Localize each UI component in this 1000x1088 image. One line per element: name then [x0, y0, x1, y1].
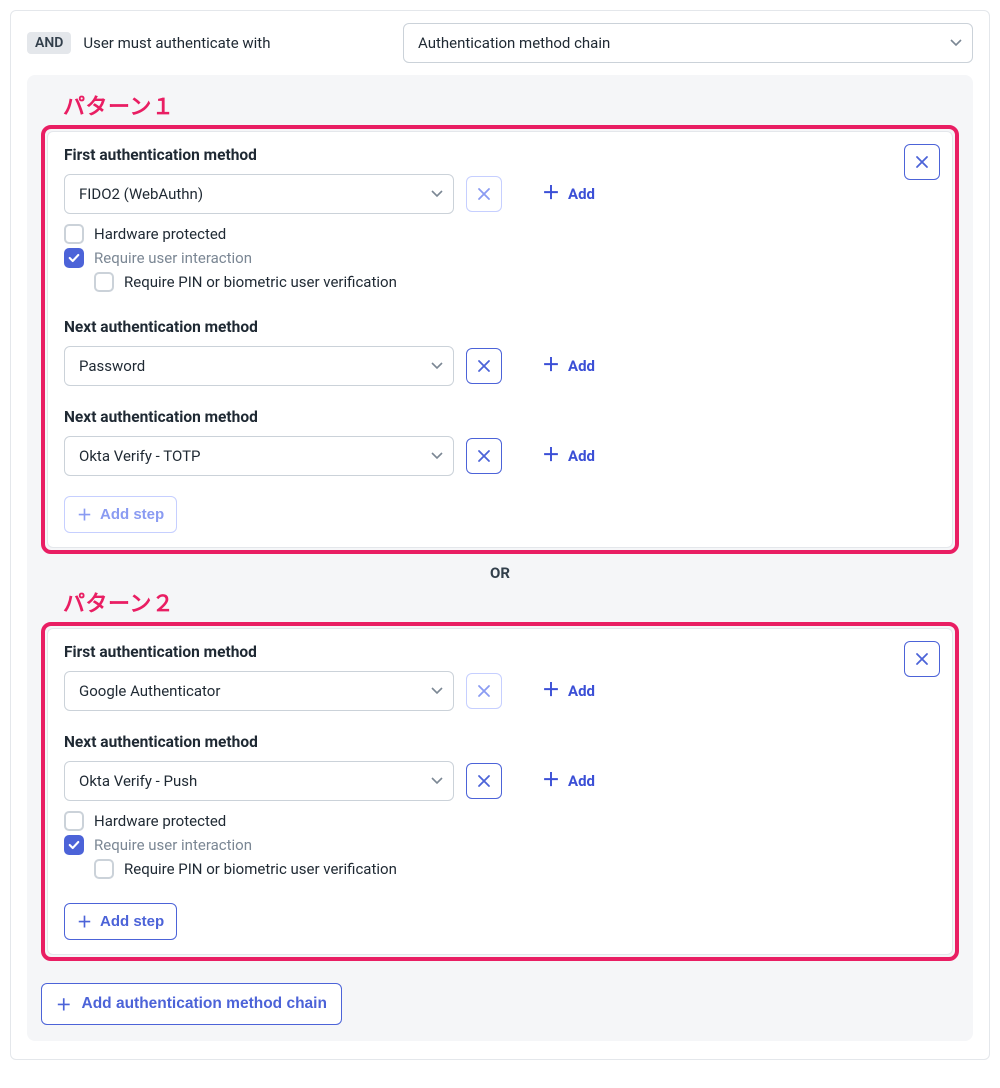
checkbox[interactable] — [94, 272, 114, 292]
or-separator: OR — [41, 564, 959, 582]
option-label: Require user interaction — [94, 836, 252, 854]
chevron-down-icon — [431, 360, 443, 372]
chevron-down-icon — [950, 37, 962, 49]
option-row: Require user interaction — [64, 248, 936, 268]
add-method-label: Add — [568, 772, 595, 790]
method-options: Hardware protected Require user interacti… — [64, 224, 936, 292]
chevron-down-icon — [431, 450, 443, 462]
method-select[interactable]: FIDO2 (WebAuthn) — [64, 174, 454, 214]
method-select-value: FIDO2 (WebAuthn) — [79, 185, 203, 203]
plus-icon: ＋ — [77, 504, 92, 525]
method-step-label: First authentication method — [64, 146, 936, 164]
remove-chain-button[interactable] — [904, 641, 940, 677]
option-label: Require PIN or biometric user verificati… — [124, 273, 397, 291]
remove-method-button[interactable] — [466, 348, 502, 384]
pattern-title: パターン２ — [63, 586, 959, 618]
remove-method-button[interactable] — [466, 673, 502, 709]
rule-header-label: User must authenticate with — [83, 34, 270, 52]
add-method-link[interactable]: ＋ Add — [542, 447, 595, 465]
add-chain-label: Add authentication method chain — [82, 995, 327, 1013]
method-options: Hardware protected Require user interacti… — [64, 811, 936, 879]
and-badge: AND — [27, 32, 71, 54]
plus-icon: ＋ — [56, 993, 72, 1015]
plus-icon: ＋ — [542, 682, 560, 700]
method-select[interactable]: Password — [64, 346, 454, 386]
checkbox[interactable] — [64, 224, 84, 244]
option-label: Hardware protected — [94, 225, 226, 243]
policy-rule-container: AND User must authenticate with Authenti… — [10, 10, 990, 1060]
plus-icon: ＋ — [542, 185, 560, 203]
method-step-label: Next authentication method — [64, 408, 936, 426]
method-select[interactable]: Okta Verify - Push — [64, 761, 454, 801]
checkbox[interactable] — [64, 811, 84, 831]
authentication-type-value: Authentication method chain — [418, 34, 610, 52]
add-chain-button[interactable]: ＋ Add authentication method chain — [41, 983, 342, 1025]
add-method-label: Add — [568, 185, 595, 203]
add-method-label: Add — [568, 682, 595, 700]
option-row: Require PIN or biometric user verificati… — [94, 272, 936, 292]
method-step-label: Next authentication method — [64, 318, 936, 336]
option-row: Require PIN or biometric user verificati… — [94, 859, 936, 879]
add-method-link[interactable]: ＋ Add — [542, 357, 595, 375]
method-select-value: Okta Verify - Push — [79, 772, 197, 790]
add-method-link[interactable]: ＋ Add — [542, 682, 595, 700]
method-step-label: Next authentication method — [64, 733, 936, 751]
pattern-highlight-box: First authentication method FIDO2 (WebAut… — [41, 125, 959, 554]
method-select[interactable]: Okta Verify - TOTP — [64, 436, 454, 476]
checkbox[interactable] — [64, 835, 84, 855]
method-step-label: First authentication method — [64, 643, 936, 661]
pattern-highlight-box: First authentication method Google Authen… — [41, 622, 959, 961]
option-label: Require PIN or biometric user verificati… — [124, 860, 397, 878]
option-row: Hardware protected — [64, 224, 936, 244]
checkbox[interactable] — [94, 859, 114, 879]
option-row: Require user interaction — [64, 835, 936, 855]
chevron-down-icon — [431, 188, 443, 200]
chevron-down-icon — [431, 775, 443, 787]
remove-method-button[interactable] — [466, 763, 502, 799]
remove-method-button[interactable] — [466, 176, 502, 212]
plus-icon: ＋ — [542, 772, 560, 790]
method-select-value: Password — [79, 357, 145, 375]
chevron-down-icon — [431, 685, 443, 697]
method-select-value: Okta Verify - TOTP — [79, 447, 201, 465]
add-step-button[interactable]: ＋ Add step — [64, 496, 177, 533]
method-row: Password ＋ Add — [64, 346, 936, 386]
add-method-label: Add — [568, 447, 595, 465]
add-method-link[interactable]: ＋ Add — [542, 772, 595, 790]
add-method-link[interactable]: ＋ Add — [542, 185, 595, 203]
method-select[interactable]: Google Authenticator — [64, 671, 454, 711]
add-method-label: Add — [568, 357, 595, 375]
plus-icon: ＋ — [542, 447, 560, 465]
add-step-button[interactable]: ＋ Add step — [64, 903, 177, 940]
option-label: Require user interaction — [94, 249, 252, 267]
option-row: Hardware protected — [64, 811, 936, 831]
method-row: Google Authenticator ＋ Add — [64, 671, 936, 711]
pattern-title: パターン１ — [63, 89, 959, 121]
plus-icon: ＋ — [77, 911, 92, 932]
remove-chain-button[interactable] — [904, 144, 940, 180]
chain-panel: First authentication method Google Authen… — [47, 628, 953, 955]
add-step-label: Add step — [100, 913, 164, 930]
method-select-value: Google Authenticator — [79, 682, 220, 700]
method-row: Okta Verify - TOTP ＋ Add — [64, 436, 936, 476]
plus-icon: ＋ — [542, 357, 560, 375]
add-step-label: Add step — [100, 506, 164, 523]
rule-header-row: AND User must authenticate with Authenti… — [27, 23, 973, 63]
method-row: FIDO2 (WebAuthn) ＋ Add — [64, 174, 936, 214]
chain-area: パターン１ First authentication method FIDO2 (W… — [27, 75, 973, 1041]
method-row: Okta Verify - Push ＋ Add — [64, 761, 936, 801]
checkbox[interactable] — [64, 248, 84, 268]
option-label: Hardware protected — [94, 812, 226, 830]
remove-method-button[interactable] — [466, 438, 502, 474]
chain-panel: First authentication method FIDO2 (WebAut… — [47, 131, 953, 548]
authentication-type-select[interactable]: Authentication method chain — [403, 23, 973, 63]
